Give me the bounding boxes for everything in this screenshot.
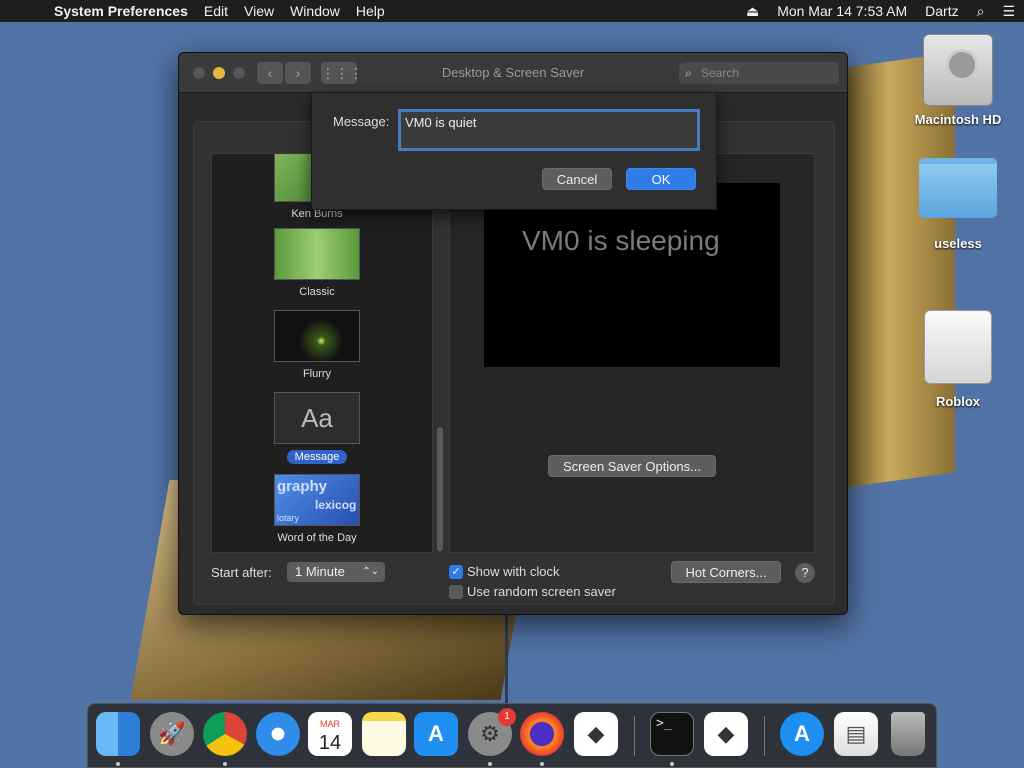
- menu-user[interactable]: Dartz: [916, 3, 967, 19]
- roblox-studio-icon[interactable]: ◆: [704, 712, 748, 756]
- preview-message-text: VM0 is sleeping: [522, 225, 720, 256]
- terminal-icon[interactable]: >_: [650, 712, 694, 756]
- search-icon: ⌕: [685, 66, 692, 80]
- dock-separator: [634, 716, 635, 756]
- chrome-icon[interactable]: [203, 712, 247, 756]
- eject-icon[interactable]: ⏏: [737, 3, 768, 20]
- calendar-month: MAR: [320, 719, 340, 729]
- system-preferences-window: ‹ › ⋮⋮⋮ Desktop & Screen Saver ⌕ Search …: [178, 52, 848, 615]
- desktop-icon-useless[interactable]: useless: [908, 158, 1008, 251]
- saver-word-of-the-day[interactable]: graphy lexicog lotary Word of the Day: [212, 474, 422, 544]
- dock: 🚀 MAR 14 A ⚙ 1 ◆ >_ ◆ A ▤: [87, 703, 937, 768]
- desktop-icon-macintosh-hd[interactable]: Macintosh HD: [908, 34, 1008, 127]
- saver-classic[interactable]: Classic: [212, 228, 422, 298]
- finder-icon[interactable]: [96, 712, 140, 756]
- app-store-download-icon[interactable]: A: [780, 712, 824, 756]
- help-button[interactable]: ?: [795, 563, 815, 583]
- list-scrollbar[interactable]: [437, 427, 443, 551]
- running-indicator: [223, 762, 227, 766]
- message-thumbnail: Aa: [274, 392, 360, 444]
- hot-corners-button[interactable]: Hot Corners...: [671, 561, 781, 583]
- menu-bar: System Preferences Edit View Window Help…: [0, 0, 1024, 22]
- word-of-the-day-thumbnail: graphy lexicog lotary: [274, 474, 360, 526]
- window-titlebar: ‹ › ⋮⋮⋮ Desktop & Screen Saver ⌕ Search: [179, 53, 847, 93]
- dock-separator: [764, 716, 765, 756]
- desktop-icon-label: useless: [934, 236, 982, 251]
- thumb-word-2: lexicog: [315, 498, 357, 512]
- search-input[interactable]: ⌕ Search: [679, 62, 839, 84]
- control-center-icon[interactable]: ☰: [993, 3, 1024, 20]
- desktop-icon-roblox[interactable]: Roblox: [908, 310, 1008, 409]
- notes-icon[interactable]: [362, 712, 406, 756]
- calendar-day: 14: [318, 732, 342, 754]
- document-preview-icon[interactable]: ▤: [834, 712, 878, 756]
- notification-badge: 1: [498, 708, 516, 726]
- cancel-button[interactable]: Cancel: [542, 168, 612, 190]
- ok-button[interactable]: OK: [626, 168, 696, 190]
- saver-label-selected: Message: [286, 450, 348, 464]
- wallpaper-pole: [505, 610, 508, 710]
- menu-help[interactable]: Help: [348, 3, 393, 19]
- start-after-select[interactable]: 1 Minute ⌃⌄: [287, 562, 385, 582]
- app-store-icon[interactable]: A: [414, 712, 458, 756]
- message-label: Message:: [333, 114, 390, 129]
- running-indicator: [116, 762, 120, 766]
- screen-saver-preview: VM0 is sleeping: [484, 183, 780, 367]
- search-placeholder: Search: [701, 66, 740, 80]
- saver-label: Classic: [299, 286, 335, 298]
- saver-label: Flurry: [302, 368, 332, 380]
- thumb-word-3: lotary: [277, 513, 300, 523]
- firefox-icon[interactable]: [520, 712, 564, 756]
- message-input[interactable]: VM0 is quiet: [398, 109, 700, 151]
- menu-view[interactable]: View: [236, 3, 282, 19]
- show-clock-checkbox[interactable]: ✓: [449, 565, 463, 579]
- start-after-label: Start after:: [211, 565, 272, 580]
- stepper-arrows-icon: ⌃⌄: [362, 566, 379, 577]
- launchpad-rocket-icon[interactable]: 🚀: [150, 712, 194, 756]
- screen-saver-options-button[interactable]: Screen Saver Options...: [548, 455, 716, 477]
- saver-flurry[interactable]: Flurry: [212, 310, 422, 380]
- running-indicator: [540, 762, 544, 766]
- show-clock-label[interactable]: Show with clock: [467, 564, 559, 579]
- start-after-value: 1 Minute: [295, 564, 345, 579]
- random-saver-checkbox[interactable]: [449, 585, 463, 599]
- screen-saver-list[interactable]: Ken Burns Classic Flurry Aa Message grap…: [211, 153, 433, 553]
- system-preferences-gear-icon[interactable]: ⚙ 1: [468, 708, 516, 756]
- classic-thumbnail: [274, 228, 360, 280]
- roblox-icon[interactable]: ◆: [574, 712, 618, 756]
- saver-label: Word of the Day: [277, 532, 357, 544]
- folder-icon: [919, 158, 997, 218]
- message-sheet: Message: VM0 is quiet Cancel OK: [311, 92, 717, 210]
- desktop-icon-label: Macintosh HD: [914, 112, 1002, 127]
- spotlight-search-icon[interactable]: ⌕: [968, 3, 994, 20]
- flurry-thumbnail: [274, 310, 360, 362]
- menu-edit[interactable]: Edit: [196, 3, 236, 19]
- calendar-icon[interactable]: MAR 14: [308, 712, 352, 756]
- random-saver-label[interactable]: Use random screen saver: [467, 584, 616, 599]
- thumb-word-1: graphy: [277, 478, 328, 495]
- menu-window[interactable]: Window: [282, 3, 348, 19]
- external-drive-icon: [924, 310, 992, 384]
- hard-drive-icon: [923, 34, 993, 106]
- running-indicator: [488, 762, 492, 766]
- running-indicator: [670, 762, 674, 766]
- menu-clock[interactable]: Mon Mar 14 7:53 AM: [768, 3, 916, 19]
- trash-icon[interactable]: [891, 712, 925, 756]
- desktop-icon-label: Roblox: [935, 394, 981, 409]
- safari-compass-icon[interactable]: [256, 712, 300, 756]
- saver-message[interactable]: Aa Message: [212, 392, 422, 464]
- menu-app-name[interactable]: System Preferences: [46, 3, 196, 19]
